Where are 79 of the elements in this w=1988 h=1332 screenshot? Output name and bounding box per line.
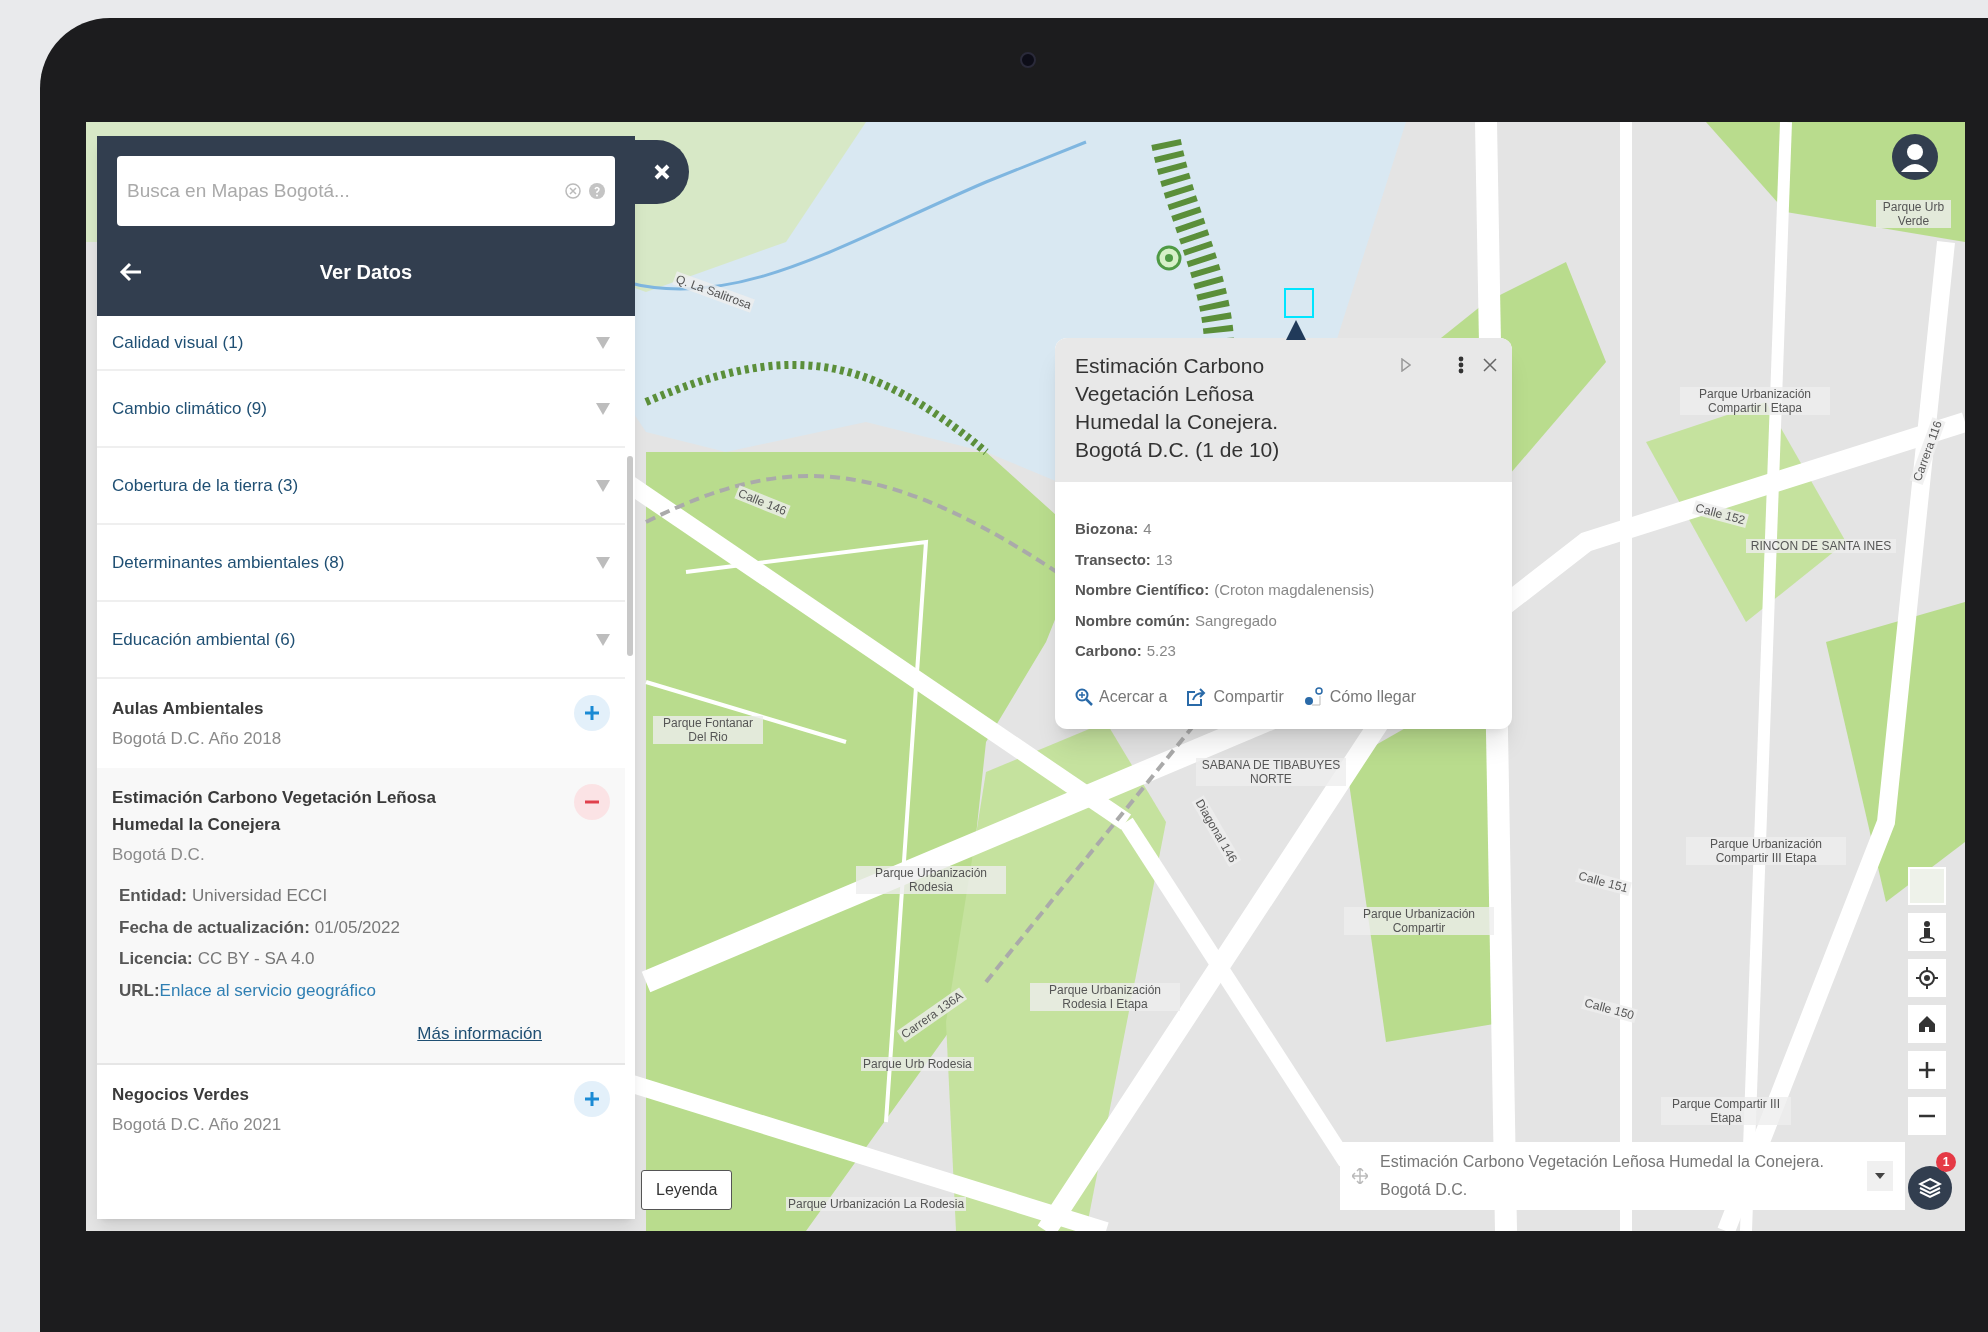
map-label: Parque Urbanización Rodesia I Etapa — [1030, 983, 1180, 1011]
crosshair-icon — [1916, 967, 1938, 989]
category-row[interactable]: Determinantes ambientales (8) — [97, 525, 625, 602]
category-row[interactable]: Cambio climático (9) — [97, 371, 625, 448]
layer-title: Aulas Ambientales — [112, 698, 265, 720]
share-action[interactable]: Compartir — [1187, 684, 1284, 709]
field-value: 4 — [1143, 519, 1152, 539]
basemap-thumbnail[interactable] — [1908, 867, 1946, 905]
link[interactable]: Enlace al servicio geográfico — [159, 977, 376, 1003]
map-label: SABANA DE TIBABUYES NORTE — [1196, 758, 1346, 786]
route-pins-icon — [1303, 686, 1324, 707]
home-button[interactable] — [1908, 1005, 1946, 1043]
map-label: Parque Urb Verde — [1876, 200, 1951, 228]
layer-title: Negocios Verdes — [112, 1083, 250, 1106]
category-row[interactable]: Cobertura de la tierra (3) — [97, 448, 625, 525]
home-icon — [1918, 1015, 1936, 1033]
remove-layer-button[interactable] — [574, 783, 610, 820]
add-layer-button[interactable] — [574, 695, 610, 731]
map-label: Parque Urb Rodesia — [861, 1057, 974, 1071]
active-layer-name: Estimación Carbono Vegetación Leñosa Humedal la Conejera. Bogotá D.C. — [1380, 1152, 1825, 1200]
more-info-link[interactable]: Más información — [417, 1021, 542, 1047]
plus-icon — [1919, 1062, 1935, 1078]
field-value: CC BY - SA 4.0 — [197, 948, 315, 970]
field-label: Fecha de actualización: — [119, 916, 310, 939]
close-icon — [654, 164, 670, 180]
minus-icon — [1919, 1114, 1935, 1118]
layers-icon — [1918, 1176, 1942, 1200]
map-label: Parque Urbanización Compartir — [1344, 907, 1494, 935]
locate-button[interactable] — [1908, 959, 1946, 997]
field-label: Biozona: — [1075, 519, 1139, 539]
field-label: Carbono: — [1075, 641, 1142, 661]
back-arrow-icon[interactable] — [119, 262, 143, 282]
plus-icon — [585, 1091, 599, 1106]
map-label: Parque Fontanar Del Rio — [653, 716, 763, 744]
directions-action[interactable]: Cómo llegar — [1303, 684, 1416, 709]
field-value: 13 — [1155, 549, 1173, 570]
close-icon[interactable] — [1483, 358, 1497, 372]
share-icon — [1187, 687, 1208, 706]
legend-button[interactable]: Leyenda — [641, 1170, 733, 1210]
popup-pointer-icon — [1286, 320, 1306, 340]
map-label: Parque Urbanización Rodesia — [856, 866, 1006, 894]
layer-title: Estimación Carbono Vegetación Leñosa Humedal la Conejera — [112, 786, 438, 836]
person-icon — [1918, 921, 1936, 943]
zoom-in-button[interactable] — [1908, 1051, 1946, 1089]
layer-subtitle: Bogotá D.C. — [112, 843, 206, 866]
street-view-button[interactable] — [1908, 913, 1946, 951]
layer-subtitle: Bogotá D.C. Año 2018 — [112, 728, 283, 750]
dropdown-button[interactable] — [1867, 1161, 1893, 1191]
field-label: Transecto: — [1075, 549, 1151, 570]
field-label: Nombre común: — [1075, 610, 1190, 631]
scrollbar-thumb[interactable] — [627, 456, 633, 656]
map-label: RINCON DE SANTA INES — [1746, 539, 1896, 553]
layer-subtitle: Bogotá D.C. Año 2021 — [112, 1113, 283, 1136]
category-row[interactable]: Calidad visual (1) — [97, 316, 625, 371]
panel-title: Ver Datos — [319, 260, 413, 285]
field-value: 5.23 — [1146, 641, 1176, 661]
map-label: Parque Urbanización Compartir III Etapa — [1686, 837, 1846, 865]
selection-marker — [1284, 288, 1314, 318]
map-label: Parque Compartir III Etapa — [1661, 1097, 1791, 1125]
zoom-action[interactable]: Acercar a — [1075, 684, 1168, 709]
zoom-in-icon — [1075, 687, 1093, 706]
field-value: Sangregado — [1195, 610, 1277, 631]
field-label: Entidad: — [119, 885, 187, 907]
field-value: 01/05/2022 — [314, 916, 400, 939]
field-label: URL: — [119, 979, 160, 1002]
plus-icon — [585, 706, 599, 720]
zoom-out-button[interactable] — [1908, 1097, 1946, 1135]
minus-icon — [585, 799, 599, 804]
map-label: Parque Urbanización Compartir I Etapa — [1680, 387, 1830, 415]
map-marker-icon — [1156, 245, 1182, 271]
field-value: Universidad ECCI — [192, 885, 328, 907]
caret-icon — [1875, 1173, 1885, 1179]
map-label: Parque Urbanización La Rodesia — [786, 1197, 967, 1211]
popup-title: Estimación Carbono Vegetación Leñosa Humedal la Conejera. Bogotá D.C. (1 de 10) — [1075, 353, 1281, 463]
field-label: Nombre Científico: — [1075, 580, 1210, 600]
field-label: Licencia: — [119, 948, 193, 970]
more-options-icon[interactable] — [1458, 356, 1464, 374]
add-layer-button[interactable] — [574, 1080, 610, 1117]
field-value: (Croton magdalenensis) — [1214, 580, 1375, 600]
